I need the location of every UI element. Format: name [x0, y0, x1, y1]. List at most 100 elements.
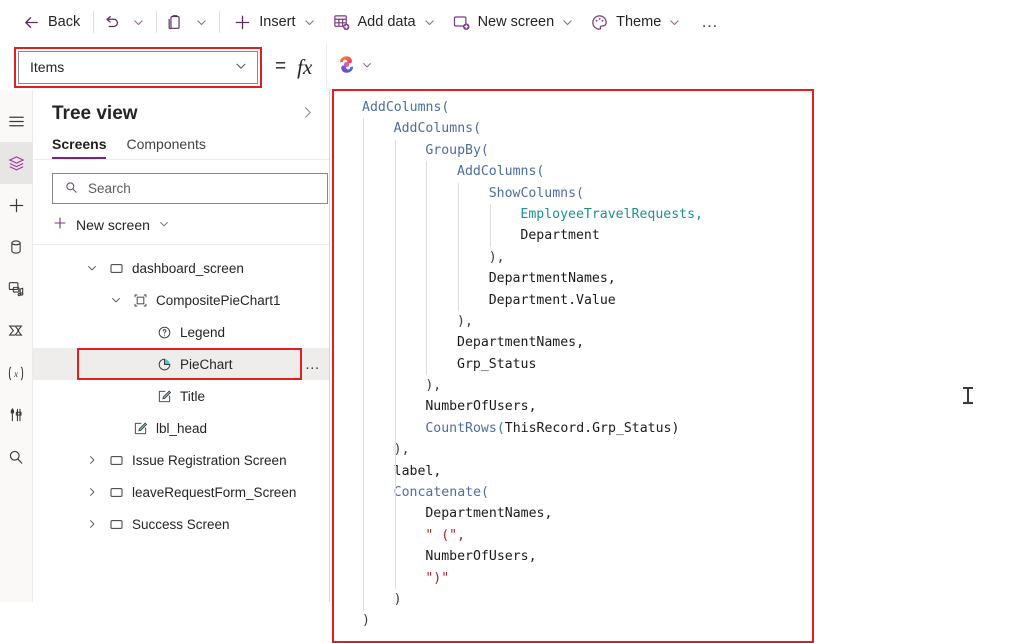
- tree-item-issue-registration-screen[interactable]: Issue Registration Screen: [33, 444, 329, 476]
- tree-item-overflow-button[interactable]: …: [305, 357, 321, 372]
- tree-item-label: CompositePieChart1: [156, 292, 281, 308]
- tree-item-label: lbl_head: [156, 420, 208, 436]
- power-automate-icon[interactable]: [0, 310, 33, 352]
- tree-item-list: dashboard_screen CompositePieChart1 Legend…: [33, 245, 329, 602]
- code-line: ),: [334, 247, 812, 268]
- formula-code[interactable]: AddColumns(AddColumns(GroupBy(AddColumns…: [334, 91, 812, 641]
- screen-icon: [107, 261, 125, 276]
- tree-item-dashboard-screen[interactable]: dashboard_screen: [33, 252, 329, 284]
- undo-dropdown-button[interactable]: [125, 7, 151, 37]
- copilot-icon: [336, 54, 357, 80]
- property-selector-wrapper: Items: [14, 46, 262, 88]
- code-token: ),: [488, 249, 505, 265]
- chevron-down-icon: [158, 217, 170, 233]
- tree-item-success-screen[interactable]: Success Screen: [33, 508, 329, 540]
- page-title: Tree view: [52, 103, 138, 124]
- code-token: GroupBy(: [425, 142, 489, 158]
- main-region: x Tree view Screens Components Search Ne…: [0, 89, 1024, 643]
- chevron-down-icon: [234, 59, 248, 76]
- code-token: Department: [520, 228, 600, 244]
- paste-button[interactable]: [162, 7, 188, 37]
- command-bar: Back Insert Add data New screen Theme …: [0, 0, 1024, 44]
- tree-item-compositepiechart1[interactable]: CompositePieChart1: [33, 284, 329, 316]
- theme-label: Theme: [616, 13, 662, 30]
- paste-dropdown-button[interactable]: [188, 7, 214, 37]
- copilot-button[interactable]: [326, 44, 393, 90]
- menu-icon[interactable]: [0, 100, 33, 142]
- add-data-button[interactable]: Add data: [324, 6, 444, 38]
- label-icon: [155, 389, 173, 404]
- search-icon[interactable]: [0, 436, 33, 478]
- tree-item-legend[interactable]: Legend: [33, 316, 329, 348]
- tree-item-label: PieChart: [180, 356, 233, 372]
- code-line: CountRows(ThisRecord.Grp_Status): [334, 418, 812, 439]
- search-input[interactable]: Search: [52, 173, 328, 204]
- code-line: ShowColumns(: [334, 183, 812, 204]
- tree-view-icon[interactable]: [0, 142, 33, 184]
- formula-editor-area: AddColumns(AddColumns(GroupBy(AddColumns…: [330, 89, 1024, 643]
- label-icon: [131, 421, 149, 436]
- new-screen-button[interactable]: New screen: [444, 6, 583, 38]
- code-line: DepartmentNames,: [334, 268, 812, 289]
- tree-item-piechart[interactable]: PieChart …: [33, 348, 329, 380]
- settings-icon[interactable]: [0, 394, 33, 436]
- screen-icon: [107, 517, 125, 532]
- insert-button[interactable]: Insert: [225, 6, 323, 38]
- theme-button[interactable]: Theme: [582, 6, 689, 38]
- tree-item-leaverequestform-screen[interactable]: leaveRequestForm_Screen: [33, 476, 329, 508]
- code-line: EmployeeTravelRequests,: [334, 204, 812, 225]
- chevron-down-icon[interactable]: [83, 262, 101, 274]
- data-icon[interactable]: [0, 226, 33, 268]
- new-screen-tree-button[interactable]: New screen: [33, 204, 329, 245]
- insert-icon[interactable]: [0, 184, 33, 226]
- divider: [93, 11, 95, 33]
- tree-item-label: Success Screen: [132, 516, 230, 532]
- code-token: DepartmentNames,: [457, 335, 585, 351]
- chevron-right-icon[interactable]: [83, 486, 101, 498]
- code-line: Concatenate(: [334, 482, 812, 503]
- media-icon[interactable]: [0, 268, 33, 310]
- chevron-right-icon[interactable]: [83, 518, 101, 530]
- tree-view-panel: Tree view Screens Components Search New …: [33, 90, 330, 602]
- code-token: ): [362, 613, 370, 629]
- code-token: AddColumns(: [457, 164, 545, 180]
- chevron-down-icon: [668, 16, 681, 29]
- left-icon-rail: x: [0, 90, 33, 602]
- code-line: NumberOfUsers,: [334, 546, 812, 567]
- chevron-down-icon: [361, 58, 373, 76]
- code-token: Department.Value: [488, 292, 616, 308]
- tree-view-tabs: Screens Components: [33, 130, 329, 160]
- code-token: ),: [393, 442, 410, 458]
- code-token: Grp_Status: [457, 356, 537, 372]
- code-token: ")": [425, 570, 450, 586]
- code-line: label,: [334, 461, 812, 482]
- back-button[interactable]: Back: [14, 6, 88, 38]
- new-screen-label: New screen: [477, 13, 555, 30]
- search-wrapper: Search: [33, 160, 329, 204]
- tab-screens[interactable]: Screens: [52, 136, 107, 159]
- code-token: " (",: [425, 527, 466, 543]
- tree-item-label: dashboard_screen: [132, 260, 244, 276]
- code-line: ),: [334, 375, 812, 396]
- variables-icon[interactable]: x: [0, 352, 33, 394]
- property-value: Items: [30, 59, 65, 75]
- toolbar-overflow-button[interactable]: …: [695, 7, 725, 37]
- legend-icon: [155, 325, 173, 340]
- chevron-down-icon[interactable]: [107, 294, 125, 306]
- chevron-right-icon[interactable]: [83, 454, 101, 466]
- property-dropdown[interactable]: Items: [18, 50, 258, 84]
- indent-guide: [426, 161, 428, 376]
- tree-item-title[interactable]: Title: [33, 380, 329, 412]
- collapse-panel-icon[interactable]: [298, 102, 317, 126]
- add-data-label: Add data: [357, 13, 416, 30]
- tab-components[interactable]: Components: [126, 136, 205, 159]
- code-line: DepartmentNames,: [334, 503, 812, 524]
- code-token: label,: [393, 463, 442, 479]
- chevron-down-icon: [561, 16, 574, 29]
- code-token: ShowColumns(: [488, 185, 584, 201]
- code-token: ),: [425, 378, 442, 394]
- undo-button[interactable]: [99, 7, 125, 37]
- tree-item-label: Title: [180, 388, 206, 404]
- tree-item-lbl-head[interactable]: lbl_head: [33, 412, 329, 444]
- code-token: DepartmentNames,: [488, 271, 616, 287]
